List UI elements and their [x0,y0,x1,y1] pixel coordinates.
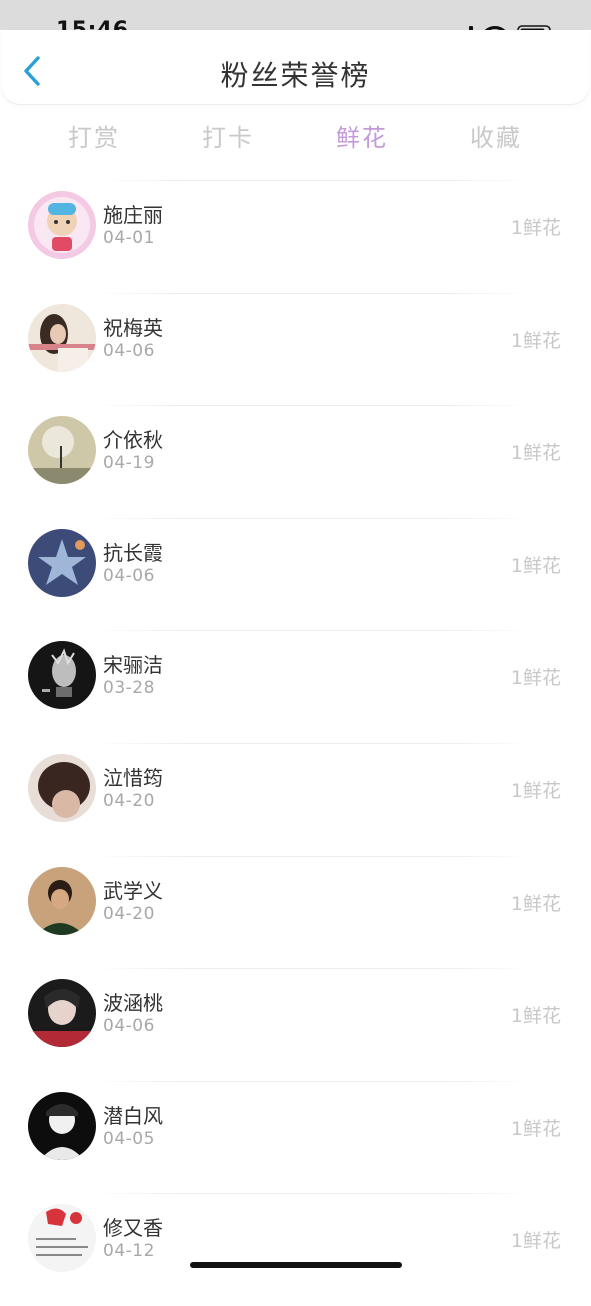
tab-bar: 打赏 打卡 鲜花 收藏 [0,114,591,158]
fan-name: 修又香 [103,1216,163,1241]
tab-reward[interactable]: 打赏 [34,118,154,153]
fan-date: 04-20 [103,903,155,924]
fan-name: 祝梅英 [103,315,163,340]
fan-date: 04-05 [103,1128,155,1149]
fan-name: 泣惜筠 [103,765,163,790]
flower-count: 1鲜花 [510,217,561,239]
fan-date: 04-19 [103,453,155,474]
avatar [28,1204,96,1273]
fan-date: 04-06 [103,340,155,361]
fan-row[interactable]: 介依秋 04-19 1鲜花 [0,405,591,518]
fan-date: 03-28 [103,678,155,699]
home-indicator [190,1262,402,1268]
tab-favorites[interactable]: 收藏 [436,118,556,153]
avatar [28,528,96,597]
fan-row[interactable]: 修又香 04-12 1鲜花 [0,1193,591,1306]
avatar [28,303,96,372]
status-bar: 15:46 [0,0,591,43]
fan-row[interactable]: 波涵桃 04-06 1鲜花 [0,968,591,1081]
fan-list: 施庄丽 04-01 1鲜花 祝梅英 04-06 1鲜花 介依秋 04-19 1鲜… [0,180,591,1306]
avatar [28,753,96,822]
fan-row[interactable]: 抗长霞 04-06 1鲜花 [0,517,591,631]
flower-count: 1鲜花 [510,667,561,690]
fan-name: 介依秋 [103,428,163,453]
fan-row[interactable]: 武学义 04-20 1鲜花 [0,855,591,969]
fan-name: 武学义 [103,878,163,903]
fan-date: 04-01 [103,228,155,248]
fan-name: 宋骊洁 [103,653,163,678]
fan-row[interactable]: 祝梅英 04-06 1鲜花 [0,292,591,406]
fan-row[interactable]: 施庄丽 04-01 1鲜花 [0,180,591,293]
fan-name: 波涵桃 [103,991,163,1016]
page-title: 粉丝荣誉榜 [220,59,371,92]
avatar [28,416,96,485]
navigation-bar: 粉丝荣誉榜 [2,30,589,104]
flower-count: 1鲜花 [510,442,561,465]
fan-date: 04-06 [103,1016,155,1037]
fan-row[interactable]: 宋骊洁 03-28 1鲜花 [0,630,591,743]
fan-date: 04-06 [103,565,155,586]
fan-name: 潜白风 [103,1103,163,1128]
avatar [28,641,96,710]
avatar [28,1091,96,1160]
avatar [28,979,96,1048]
fan-row[interactable]: 泣惜筠 04-20 1鲜花 [0,742,591,856]
avatar [28,866,96,935]
flower-count: 1鲜花 [510,1005,561,1028]
flower-count: 1鲜花 [510,1230,561,1253]
fan-date: 04-20 [103,790,155,811]
flower-count: 1鲜花 [510,554,561,577]
fan-row[interactable]: 潜白风 04-05 1鲜花 [0,1080,591,1194]
fan-date: 04-12 [103,1241,155,1262]
fan-name: 抗长霞 [103,540,163,565]
flower-count: 1鲜花 [510,892,561,915]
fan-name: 施庄丽 [103,203,163,227]
tab-checkin[interactable]: 打卡 [168,118,288,153]
flower-count: 1鲜花 [510,1117,561,1140]
flower-count: 1鲜花 [510,329,561,352]
tab-flowers[interactable]: 鲜花 [302,118,422,153]
flower-count: 1鲜花 [510,779,561,802]
avatar [28,191,96,259]
